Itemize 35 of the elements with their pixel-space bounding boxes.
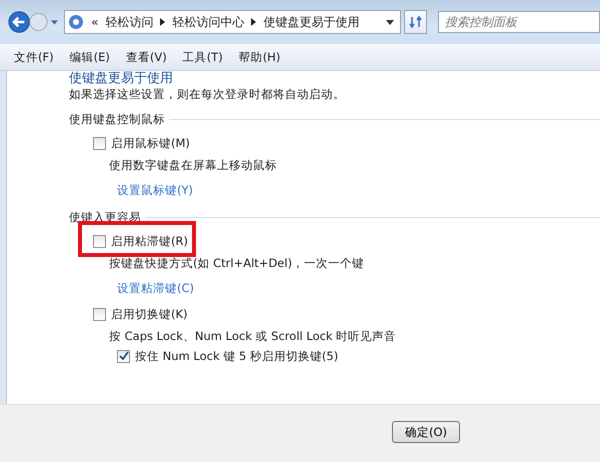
checkbox-label[interactable]: 启用鼠标键(M): [111, 136, 190, 150]
search-field[interactable]: 搜索控制面板: [438, 11, 600, 33]
breadcrumb-item[interactable]: 轻松访问: [105, 14, 154, 30]
menu-item[interactable]: 查看(V): [126, 50, 167, 64]
breadcrumb-item[interactable]: 轻松访问中心: [172, 14, 244, 30]
settings-link[interactable]: 设置鼠标键(Y): [117, 183, 193, 197]
checkbox[interactable]: [93, 234, 106, 248]
page-title: 使键盘更易于使用: [69, 71, 174, 86]
description-text: 按 Caps Lock、Num Lock 或 Scroll Lock 时听见声音: [109, 329, 398, 344]
back-icon[interactable]: [8, 9, 30, 35]
ok-button[interactable]: 确定(O): [392, 421, 460, 443]
chevron-icon[interactable]: [251, 18, 256, 26]
description-text: 使用数字键盘在屏幕上移动鼠标: [109, 158, 278, 173]
refresh-icon: [408, 15, 423, 29]
menu-item[interactable]: 文件(F): [14, 50, 54, 64]
checkbox-label[interactable]: 启用粘滞键(R): [111, 234, 188, 248]
dropdown-icon[interactable]: [386, 20, 394, 24]
checkbox-label[interactable]: 按住 Num Lock 键 5 秒启用切换键(5): [135, 348, 338, 364]
section-heading: 使用键盘控制鼠标: [69, 112, 165, 126]
checkbox-label[interactable]: 启用切换键(K): [111, 306, 188, 322]
checkbox[interactable]: [93, 308, 106, 320]
checkbox[interactable]: [117, 350, 130, 362]
refresh-button[interactable]: [404, 10, 427, 34]
chevron-icon[interactable]: [160, 18, 166, 26]
breadcrumb-item[interactable]: 使键盘更易于使用: [263, 14, 360, 30]
intro-text: 如果选择这些设置，则在每次登录时都将自动启动。: [69, 87, 346, 102]
checkbox[interactable]: [93, 136, 106, 150]
description-text: 按键盘快捷方式(如 Ctrl+Alt+Del)，一次一个键: [109, 256, 366, 271]
address-bar[interactable]: « 轻松访问 轻松访问中心 使键盘更易于使用: [64, 10, 402, 34]
settings-link[interactable]: 设置粘滞键(C): [117, 281, 194, 295]
breadcrumb-overflow[interactable]: «: [91, 15, 98, 29]
menu-item[interactable]: 帮助(H): [238, 50, 280, 64]
control-panel-icon: [68, 14, 84, 30]
menu-item[interactable]: 编辑(E): [70, 50, 110, 64]
menu-item[interactable]: 工具(T): [182, 50, 223, 64]
